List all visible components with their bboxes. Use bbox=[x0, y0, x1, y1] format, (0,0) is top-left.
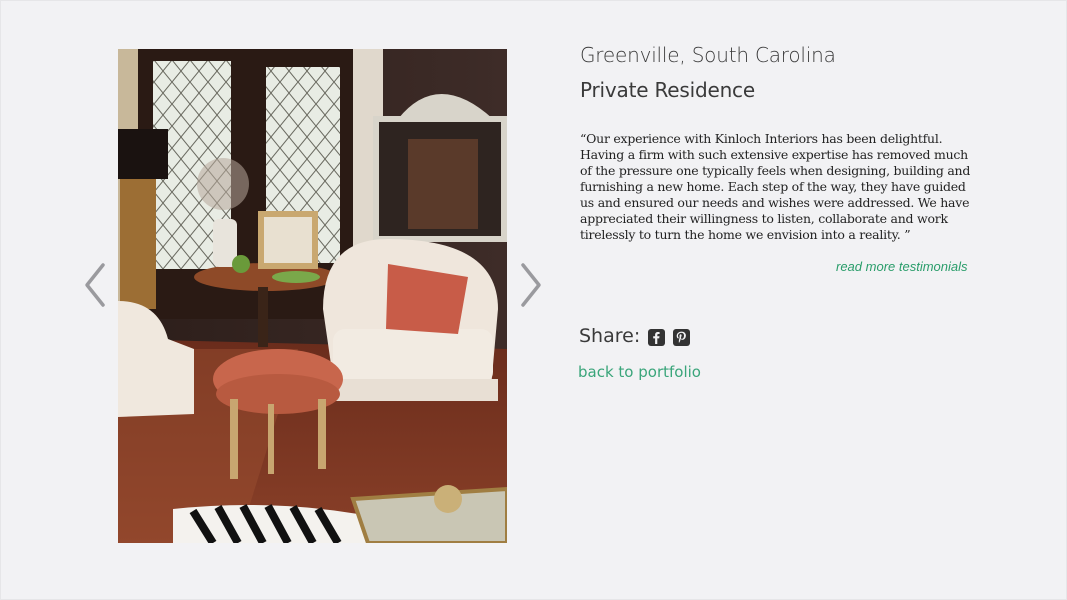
read-more-testimonials-link[interactable]: read more testimonials bbox=[836, 259, 968, 274]
project-photo bbox=[118, 49, 507, 543]
pinterest-icon[interactable] bbox=[673, 329, 691, 346]
back-to-portfolio-link[interactable]: back to portfolio bbox=[578, 363, 701, 381]
testimonial-quote: “Our experience with Kinloch Interiors h… bbox=[580, 131, 971, 242]
next-image-button[interactable] bbox=[515, 259, 545, 311]
interior-photo bbox=[118, 49, 507, 543]
project-location: Greenville, South Carolina bbox=[580, 43, 836, 67]
share-bar: Share: bbox=[579, 325, 691, 347]
facebook-icon[interactable] bbox=[648, 329, 666, 346]
previous-image-button[interactable] bbox=[81, 259, 111, 311]
chevron-left-icon bbox=[85, 263, 105, 307]
chevron-right-icon bbox=[521, 263, 541, 307]
share-label: Share: bbox=[579, 325, 641, 347]
page-frame: Greenville, South Carolina Private Resid… bbox=[0, 0, 1067, 600]
project-type: Private Residence bbox=[580, 78, 755, 102]
